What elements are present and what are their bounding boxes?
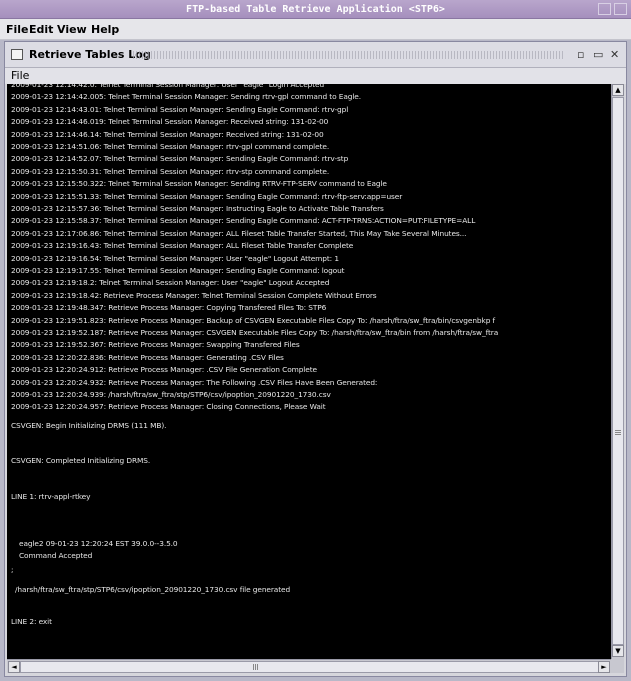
title-maximize-button[interactable] [614,3,627,15]
log-internal-window: Retrieve Tables Log ▫ ▭ ✕ File 2009-01-2… [4,41,627,677]
log-line: 2009-01-23 12:15:50.31: Telnet Terminal … [11,166,330,176]
close-window-icon[interactable]: ✕ [610,48,619,61]
scroll-right-button[interactable]: ► [598,661,610,673]
log-line: /harsh/ftra/sw_ftra/stp/STP6/csv/ipoptio… [15,585,291,594]
menu-view[interactable]: View [57,23,87,36]
log-line: 2009-01-23 12:19:18.2: Telnet Terminal S… [11,278,330,288]
vertical-scrollbar[interactable]: ▲ ▼ [611,84,624,659]
log-line: 2009-01-23 12:14:43.01: Telnet Terminal … [11,104,349,114]
log-line: 2009-01-23 12:14:52.07: Telnet Terminal … [11,154,349,164]
log-line: 2009-01-23 12:15:50.322: Telnet Terminal… [11,179,387,189]
log-line: 2009-01-23 12:20:22.836: Retrieve Proces… [11,352,284,362]
log-line: 2009-01-23 12:19:17.55: Telnet Terminal … [11,266,345,275]
scroll-down-button[interactable]: ▼ [612,645,624,657]
log-line: LINE 2: exit [11,617,52,626]
log-line: 2009-01-23 12:19:16.43: Telnet Terminal … [11,241,354,251]
log-window-title-bar[interactable]: Retrieve Tables Log ▫ ▭ ✕ [5,42,626,68]
scrollbar-corner [611,659,624,673]
log-line: 2009-01-23 12:14:51.06: Telnet Terminal … [11,142,330,151]
log-window-menubar: File [5,68,626,84]
menu-edit[interactable]: Edit [29,23,53,36]
log-line: Command Accepted [19,551,93,560]
log-line: 2009-01-23 12:20:24.932: Retrieve Proces… [11,377,378,387]
title-bar-grip [133,51,565,59]
horizontal-scroll-thumb[interactable] [20,661,599,673]
log-line: eagle2 09-01-23 12:20:24 EST 39.0.0--3.5… [19,539,178,548]
app-title-bar[interactable]: FTP-based Table Retrieve Application <ST… [0,0,631,19]
menu-file[interactable]: File [6,23,29,36]
log-line: 2009-01-23 12:20:24.939: /harsh/ftra/sw_… [11,390,331,399]
log-line: CSVGEN: Completed Initializing DRMS. [11,456,151,465]
log-line: CSVGEN: Begin Initializing DRMS (111 MB)… [11,421,167,430]
app-title: FTP-based Table Retrieve Application <ST… [186,4,445,15]
log-line: 2009-01-23 12:19:48.347: Retrieve Proces… [11,303,327,313]
scroll-thumb-grip-icon [615,430,621,436]
log-line: 2009-01-23 12:19:52.367: Retrieve Proces… [11,340,300,350]
log-line: 2009-01-23 12:19:52.187: Retrieve Proces… [11,328,499,337]
restore-window-icon[interactable]: ▭ [593,48,603,61]
menu-help[interactable]: Help [91,23,119,36]
window-icon [11,49,23,60]
log-line: 2009-01-23 12:14:42.005: Telnet Terminal… [11,92,361,102]
log-text-area[interactable]: 2009-01-23 12:14:42.0: Telnet Terminal S… [7,84,611,659]
log-line: 2009-01-23 12:17:06.86: Telnet Terminal … [11,228,467,238]
scroll-up-button[interactable]: ▲ [612,84,624,96]
log-line: 2009-01-23 12:20:24.912: Retrieve Proces… [11,365,317,375]
title-minimize-button[interactable] [598,3,611,15]
log-line: 2009-01-23 12:14:46.14: Telnet Terminal … [11,129,324,139]
scroll-left-button[interactable]: ◄ [8,661,20,673]
log-line: 2009-01-23 12:20:24.957: Retrieve Proces… [11,402,326,412]
log-line: 2009-01-23 12:19:16.54: Telnet Terminal … [11,253,339,263]
log-line: 2009-01-23 12:15:51.33: Telnet Terminal … [11,191,403,201]
log-line: 2009-01-23 12:14:42.0: Telnet Terminal S… [11,84,325,89]
scroll-thumb-grip-icon [253,664,259,670]
float-window-icon[interactable]: ▫ [577,48,584,61]
horizontal-scrollbar[interactable]: ◄ ► [7,659,611,673]
log-menu-file[interactable]: File [11,69,29,82]
main-menubar: File Edit View Help [0,19,631,40]
log-line: ; [11,565,14,574]
log-line: 2009-01-23 12:14:46.019: Telnet Terminal… [11,117,329,127]
log-line: 2009-01-23 12:19:51.823: Retrieve Proces… [11,315,496,325]
log-line: 2009-01-23 12:15:57.36: Telnet Terminal … [11,204,384,213]
log-line: 2009-01-23 12:19:18.42: Retrieve Process… [11,290,377,300]
vertical-scroll-thumb[interactable] [612,97,624,645]
log-line: LINE 1: rtrv-appl-rtkey [11,492,91,501]
log-line: 2009-01-23 12:15:58.37: Telnet Terminal … [11,216,476,226]
